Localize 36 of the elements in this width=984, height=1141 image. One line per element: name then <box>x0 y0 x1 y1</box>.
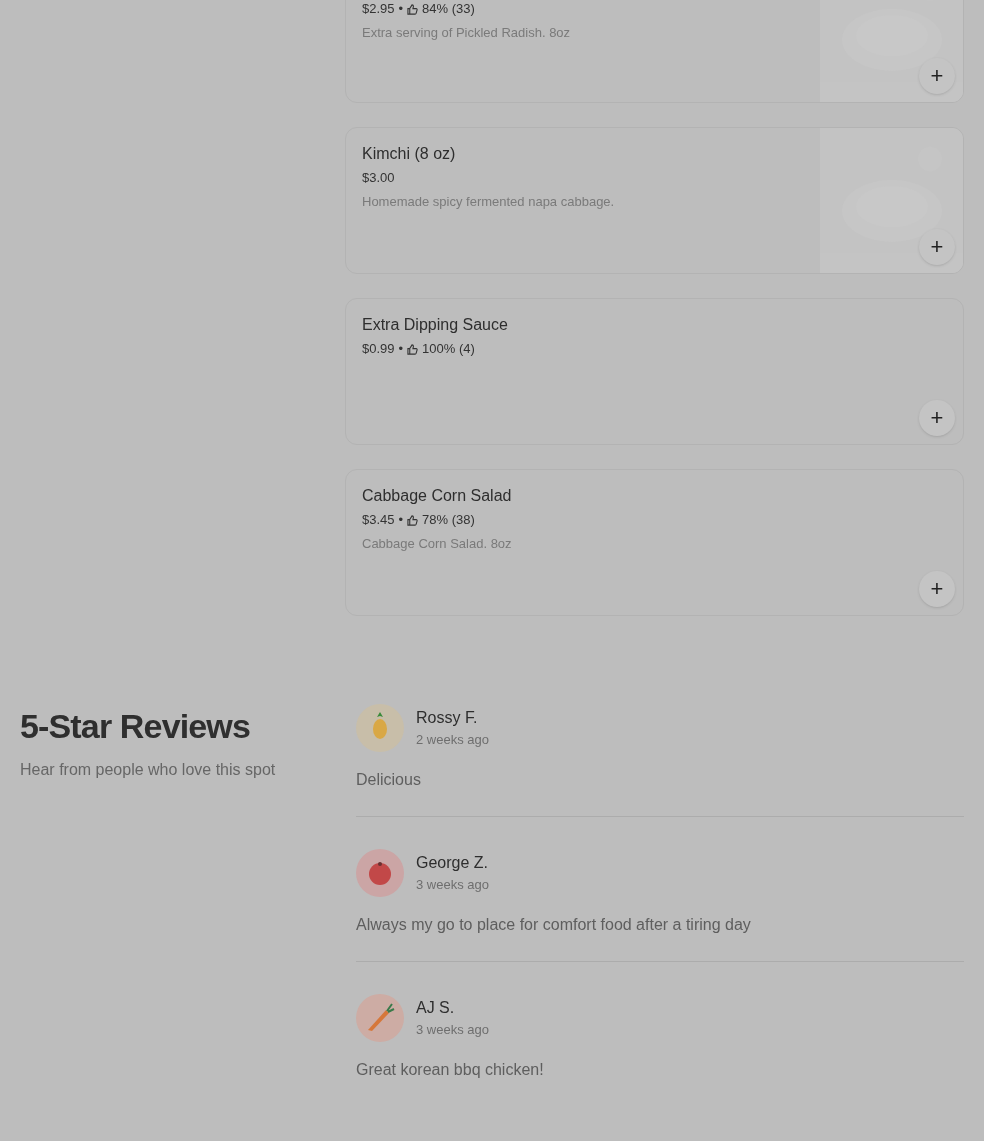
review-time: 3 weeks ago <box>416 876 489 894</box>
separator: • <box>398 340 404 358</box>
item-name: Cabbage Corn Salad <box>362 486 513 506</box>
item-description: Cabbage Corn Salad. 8oz <box>362 535 513 553</box>
item-price: $0.99 <box>362 340 395 358</box>
review-text: Delicious <box>356 770 422 790</box>
reviewer-name: Rossy F. <box>416 708 479 728</box>
menu-item-card[interactable]: $2.95 • 84% (33) Extra serving of Pickled Radish. 8oz + <box>345 0 964 103</box>
item-name: Kimchi (8 oz) <box>362 144 457 164</box>
item-rating: 84% (33) <box>422 0 475 18</box>
thumbs-up-icon <box>407 343 419 355</box>
review-text: Always my go to place for comfort food after a tiring day <box>356 915 752 935</box>
menu-item-card[interactable]: Extra Dipping Sauce $0.99 • 100% (4) + <box>345 298 964 445</box>
reviewer-name: George Z. <box>416 853 489 873</box>
menu-item-card[interactable]: Kimchi (8 oz) $3.00 Homemade spicy fermented napa cabbage. + <box>345 127 964 274</box>
add-button[interactable]: + <box>919 571 955 607</box>
review-time: 2 weeks ago <box>416 731 489 749</box>
thumbs-up-icon <box>407 514 419 526</box>
item-price: $2.95 <box>362 0 395 18</box>
add-button[interactable]: + <box>919 400 955 436</box>
item-rating: 78% (38) <box>422 511 475 529</box>
menu-item-card[interactable]: Cabbage Corn Salad $3.45 • 78% (38) Cabbage Corn Salad. 8oz + <box>345 469 964 616</box>
review-text: Great korean bbq chicken! <box>356 1060 545 1080</box>
separator: • <box>398 511 404 529</box>
review-time: 3 weeks ago <box>416 1021 489 1039</box>
reviewer-name: AJ S. <box>416 998 456 1018</box>
item-price: $3.00 <box>362 169 395 187</box>
item-price: $3.45 <box>362 511 395 529</box>
item-description: Homemade spicy fermented napa cabbage. <box>362 193 616 211</box>
section-subtitle: Hear from people who love this spot <box>20 760 277 780</box>
thumbs-up-icon <box>407 3 419 15</box>
separator: • <box>398 0 404 18</box>
item-name: Extra Dipping Sauce <box>362 315 509 335</box>
item-rating: 100% (4) <box>422 340 475 358</box>
section-title: 5-Star Reviews <box>20 706 251 746</box>
item-description: Extra serving of Pickled Radish. 8oz <box>362 24 572 42</box>
